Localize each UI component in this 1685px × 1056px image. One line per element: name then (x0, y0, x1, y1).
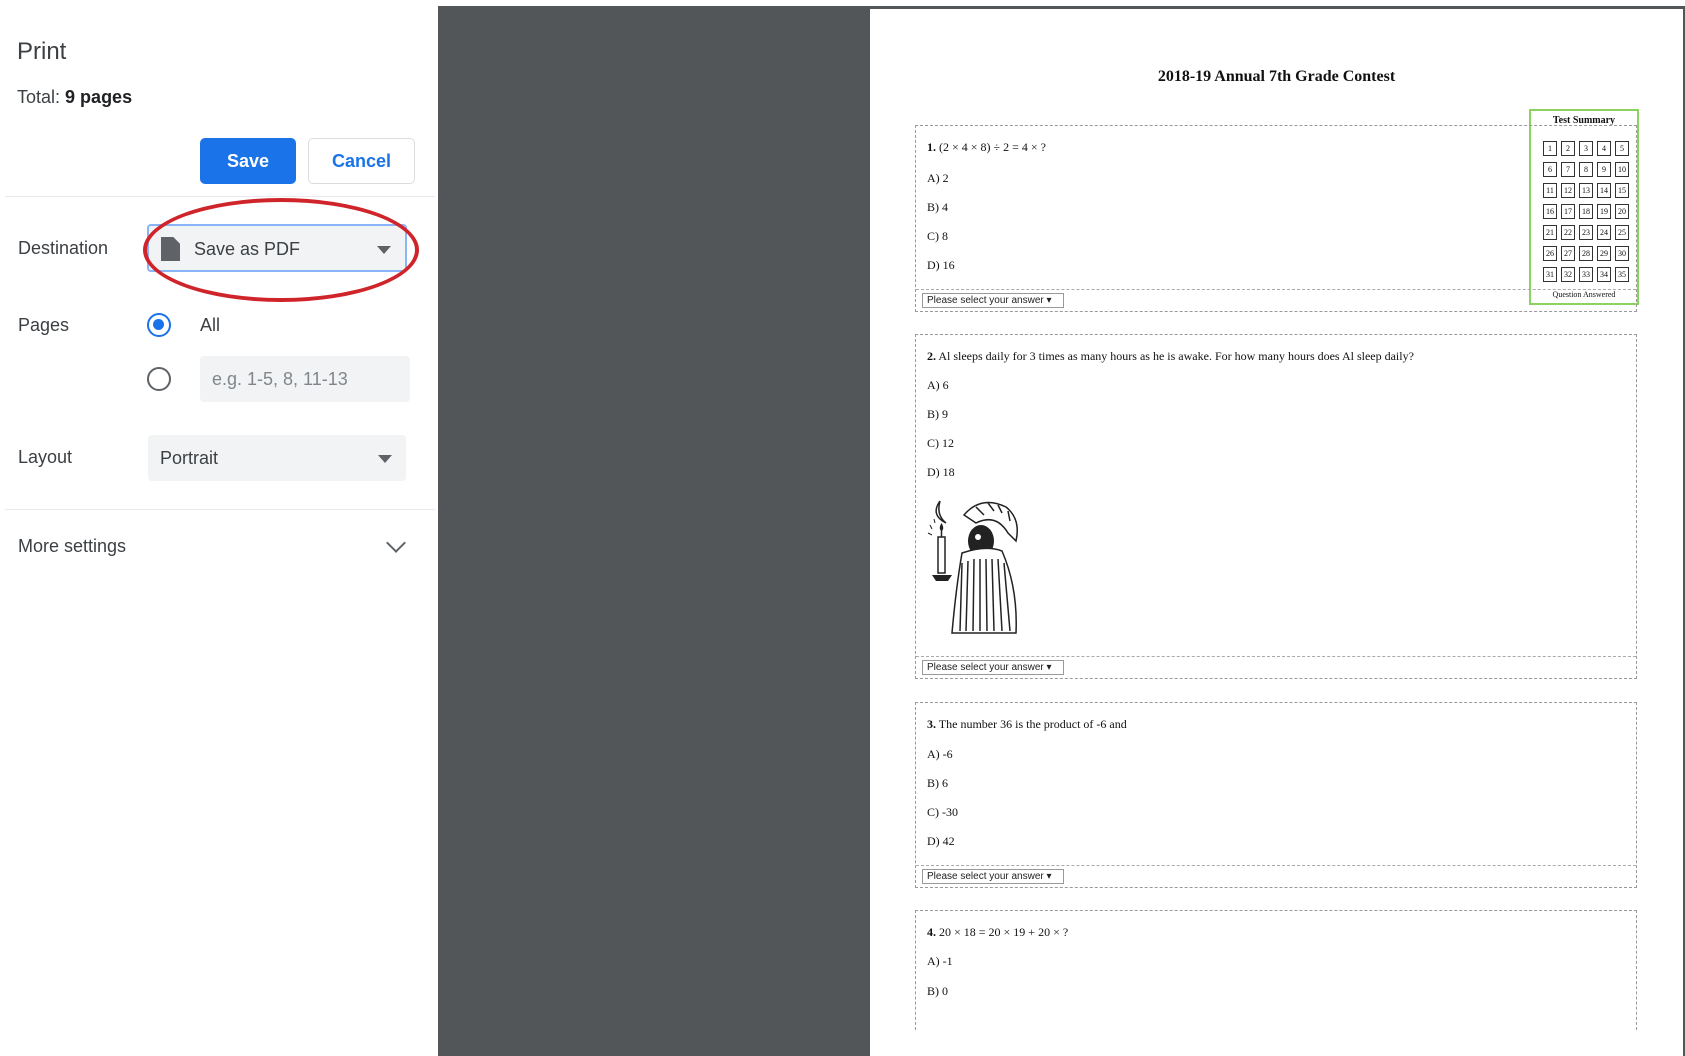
layout-value: Portrait (160, 448, 219, 468)
option: A) -6 (927, 747, 953, 761)
question-text: 4. 20 × 18 = 20 × 19 + 20 × ? (927, 925, 1068, 940)
question-number: 3. (927, 717, 936, 731)
pages-all-label: All (200, 315, 221, 335)
question-block: 2. Al sleeps daily for 3 times as many h… (915, 334, 1637, 679)
pages-label: Pages (18, 315, 70, 335)
pages-custom-radio[interactable] (147, 367, 171, 391)
answer-select[interactable]: Please select your answer ▾ (922, 293, 1064, 308)
option: A) 6 (927, 378, 949, 392)
option: D) 18 (927, 465, 955, 479)
answer-bar: Please select your answer ▾ (916, 656, 1636, 678)
question-body: (2 × 4 × 8) ÷ 2 = 4 × ? (939, 140, 1046, 154)
answer-bar: Please select your answer ▾ (916, 865, 1636, 887)
more-settings-toggle[interactable]: More settings (18, 536, 126, 557)
option: D) 16 (927, 258, 955, 272)
caret-down-icon (378, 455, 392, 463)
option: C) 8 (927, 229, 948, 243)
option: C) -30 (927, 805, 958, 819)
question-block: 4. 20 × 18 = 20 × 19 + 20 × ? A) -1 B) 0 (915, 910, 1637, 1030)
option: B) 9 (927, 407, 948, 421)
print-preview-area[interactable]: 2018-19 Annual 7th Grade Contest Test Su… (438, 6, 1685, 1056)
question-body: Al sleeps daily for 3 times as many hour… (938, 349, 1414, 363)
question-text: 3. The number 36 is the product of -6 an… (927, 717, 1127, 732)
chevron-down-icon[interactable] (386, 533, 406, 553)
divider (5, 196, 435, 197)
pages-custom-input[interactable] (200, 356, 410, 402)
answer-select[interactable]: Please select your answer ▾ (922, 660, 1064, 675)
save-button[interactable]: Save (200, 138, 296, 184)
answer-select-label: Please select your answer (927, 662, 1044, 673)
annotation-highlight-ellipse (143, 198, 419, 302)
option: D) 42 (927, 834, 955, 848)
cancel-button[interactable]: Cancel (308, 138, 415, 184)
pages-all-radio[interactable] (147, 313, 171, 337)
answer-bar: Please select your answer ▾ (916, 289, 1636, 311)
option: B) 4 (927, 200, 948, 214)
sleepy-man-illustration (927, 500, 1018, 634)
print-title: Print (17, 38, 67, 65)
answer-select[interactable]: Please select your answer ▾ (922, 869, 1064, 884)
total-value: 9 pages (65, 87, 133, 107)
answer-select-label: Please select your answer (927, 871, 1044, 882)
question-block: 1. (2 × 4 × 8) ÷ 2 = 4 × ? A) 2 B) 4 C) … (915, 125, 1637, 312)
question-body: The number 36 is the product of -6 and (938, 717, 1127, 731)
total-pages: Total: 9 pages (17, 87, 132, 108)
question-text: 1. (2 × 4 × 8) ÷ 2 = 4 × ? (927, 140, 1046, 155)
document-title: 2018-19 Annual 7th Grade Contest (1157, 68, 1396, 85)
question-number: 1. (927, 140, 936, 154)
divider (5, 509, 435, 510)
option: C) 12 (927, 436, 954, 450)
preview-page: 2018-19 Annual 7th Grade Contest Test Su… (870, 9, 1683, 1056)
destination-label: Destination (18, 238, 109, 258)
layout-select[interactable]: Portrait (148, 435, 406, 481)
question-body: 20 × 18 = 20 × 19 + 20 × ? (939, 925, 1069, 939)
question-text: 2. Al sleeps daily for 3 times as many h… (927, 349, 1414, 364)
option: B) 6 (927, 776, 948, 790)
question-number: 4. (927, 925, 936, 939)
question-block: 3. The number 36 is the product of -6 an… (915, 702, 1637, 888)
option: B) 0 (927, 984, 948, 998)
answer-select-label: Please select your answer (927, 295, 1044, 306)
option: A) -1 (927, 954, 953, 968)
print-settings-panel: Print Total: 9 pages Save Cancel Destina… (0, 0, 438, 1056)
layout-label: Layout (18, 447, 73, 467)
total-label: Total: (17, 87, 61, 107)
question-number: 2. (927, 349, 936, 363)
option: A) 2 (927, 171, 949, 185)
